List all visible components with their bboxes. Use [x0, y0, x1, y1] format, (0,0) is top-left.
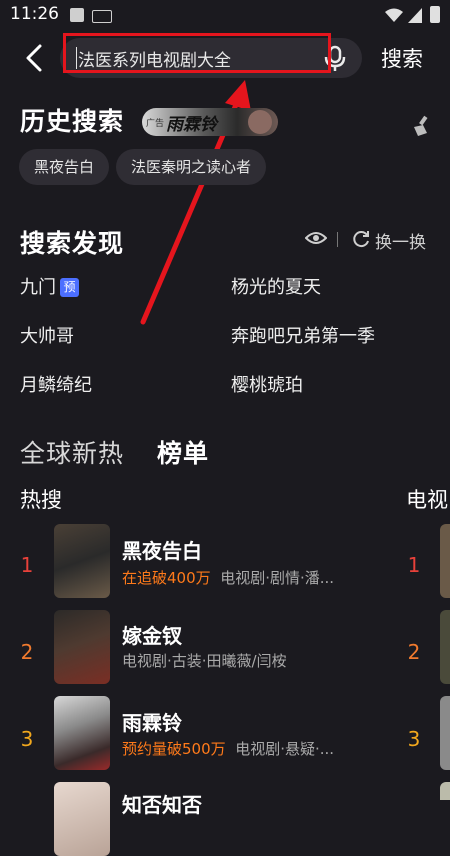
discovery-item[interactable]: 樱桃琥珀 [231, 371, 303, 397]
row-highlight: 在追破400万 [122, 569, 211, 587]
discovery-item-label: 九门 [20, 277, 56, 298]
row-meta-text: 电视剧·悬疑·... [235, 740, 335, 758]
tab-ranking[interactable]: 榜单 [157, 434, 209, 470]
row-title[interactable]: 知否知否 [122, 789, 202, 818]
tab-global-new[interactable]: 全球新热 [20, 434, 124, 470]
eye-icon[interactable] [305, 230, 327, 246]
row-meta-text: 电视剧·古装·田曦薇/闫桉 [122, 652, 287, 670]
discovery-item[interactable]: 杨光的夏天 [231, 273, 321, 299]
discovery-item[interactable]: 九门预 [20, 273, 79, 299]
poster-thumbnail [440, 610, 450, 684]
discovery-title: 搜索发现 [20, 229, 125, 258]
upcoming-badge: 预 [60, 278, 79, 297]
rank-number: 2 [20, 640, 34, 664]
rank-number: 2 [407, 640, 421, 664]
ad-figure-image [248, 110, 272, 134]
poster-thumbnail [54, 782, 110, 856]
poster-thumbnail [54, 610, 110, 684]
poster-thumbnail [440, 696, 450, 770]
row-meta: 在追破400万 电视剧·剧情·潘... [122, 567, 334, 588]
ad-title: 雨霖铃 [166, 115, 217, 135]
hot-search-title: 热搜 [20, 488, 62, 512]
rank-number: 3 [407, 727, 421, 751]
discovery-item[interactable]: 月鳞绮纪 [20, 371, 92, 397]
poster-thumbnail [440, 524, 450, 598]
poster-thumbnail [440, 782, 450, 800]
rank-number: 3 [20, 727, 34, 751]
divider [337, 232, 338, 247]
poster-thumbnail [54, 696, 110, 770]
history-chip[interactable]: 黑夜告白 [19, 149, 109, 185]
row-meta: 预约量破500万 电视剧·悬疑·... [122, 738, 334, 759]
history-chip[interactable]: 法医秦明之读心者 [116, 149, 266, 185]
row-title: 嫁金钗 [122, 624, 182, 648]
row-title: 雨霖铃 [122, 711, 182, 735]
poster-thumbnail [54, 524, 110, 598]
row-title: 黑夜告白 [122, 539, 202, 563]
ad-label: 广告 [146, 119, 165, 129]
row-highlight: 预约量破500万 [122, 740, 226, 758]
discovery-item[interactable]: 大帅哥 [20, 322, 74, 348]
discovery-item[interactable]: 奔跑吧兄弟第一季 [231, 322, 375, 348]
history-title: 历史搜索 [20, 107, 125, 136]
row-meta-text: 电视剧·剧情·潘... [220, 569, 335, 587]
refresh-icon[interactable] [352, 230, 370, 248]
ad-banner[interactable]: 广告 雨霖铃 [142, 108, 278, 136]
rank-number: 1 [407, 553, 421, 577]
tv-list-title: 电视 [406, 488, 448, 512]
refresh-button[interactable]: 换一换 [375, 228, 426, 253]
rank-number: 1 [20, 553, 34, 577]
clear-history-icon[interactable] [410, 115, 432, 137]
